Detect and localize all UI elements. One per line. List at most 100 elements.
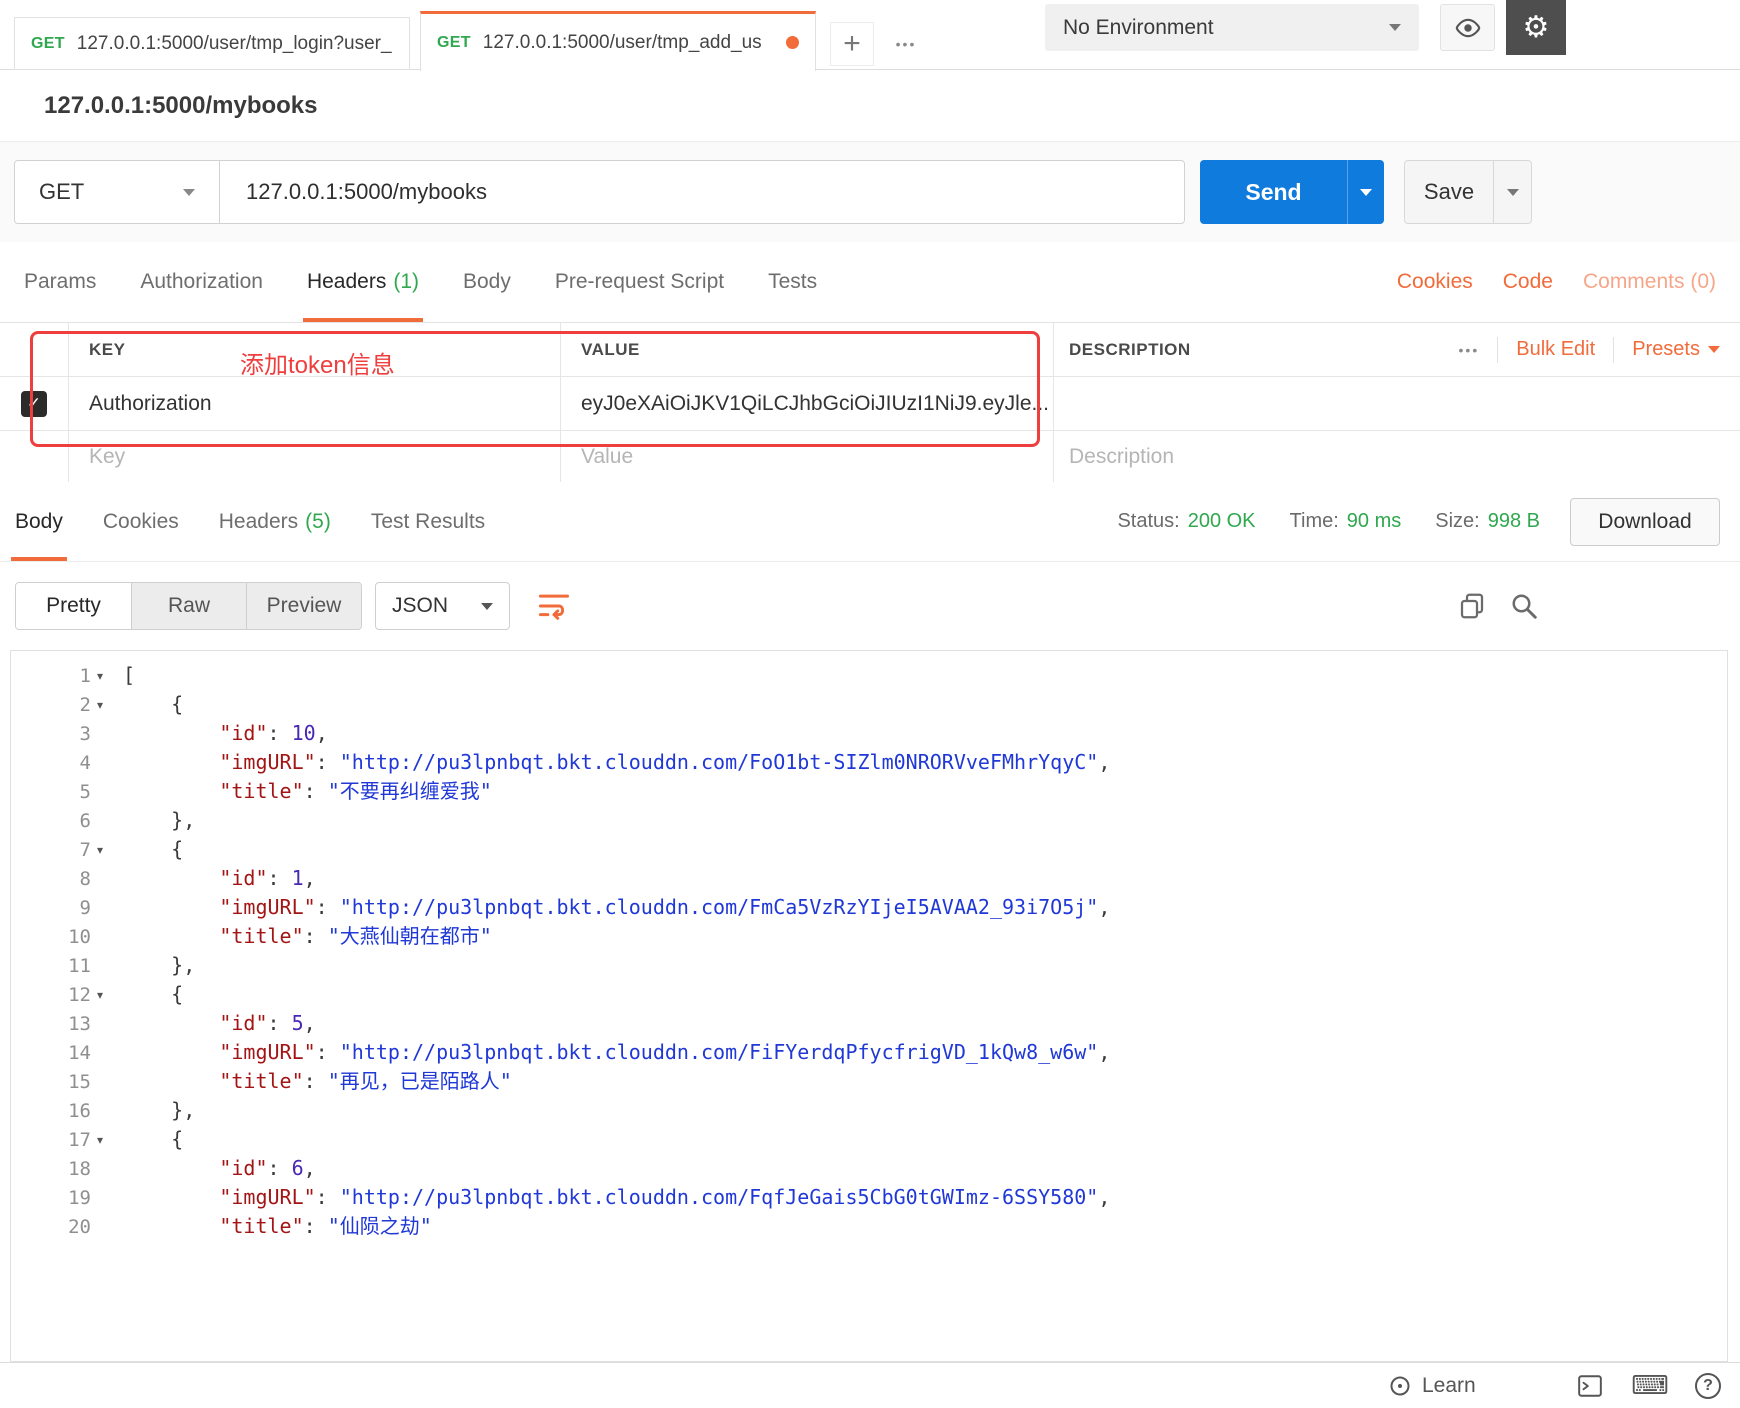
console-button[interactable] [1570,1363,1610,1408]
comments-link[interactable]: Comments (0) [1583,270,1716,294]
view-pretty-button[interactable]: Pretty [16,583,131,629]
response-tab-test-results[interactable]: Test Results [371,482,485,561]
tab-method-label: GET [31,34,65,52]
token-annotation-label: 添加token信息 [240,352,395,379]
header-row-checkbox[interactable]: ✓ [21,390,47,417]
response-tab-body[interactable]: Body [11,482,67,561]
line-number: 15 [68,1070,91,1093]
line-number[interactable]: 7 ▾ [11,835,113,864]
unsaved-dot-icon [786,36,799,49]
code-line: }, [123,953,196,977]
view-preview-button[interactable]: Preview [246,583,361,629]
header-description-field[interactable] [1053,377,1740,430]
response-body-viewer[interactable]: 1 ▾ 2 ▾ 3 4 5 6 7 ▾ 8 9 10 11 12 ▾ 13 14 15 16 17 ▾ 18 19 20 [ {… [10,650,1728,1362]
tab-authorization[interactable]: Authorization [140,242,263,322]
header-value-field[interactable]: eyJ0eXAiOiJKV1QiLCJhbGciOiJIUzI1NiJ9.eyJ… [560,377,1053,430]
request-tab-1[interactable]: GET 127.0.0.1:5000/user/tmp_login?user_ [14,17,410,70]
code-line: "imgURL": "http://pu3lpnbqt.bkt.clouddn.… [219,1040,1111,1064]
request-title-bar: 127.0.0.1:5000/mybooks [0,71,1740,142]
more-options-icon[interactable]: ••• [1459,342,1480,358]
code-link[interactable]: Code [1503,270,1553,294]
wrap-lines-button[interactable] [532,586,576,626]
header-row-empty: Key Value Description [0,431,1740,483]
wrap-lines-icon [536,590,572,622]
request-tab-bar: GET 127.0.0.1:5000/user/tmp_login?user_ … [0,0,1740,71]
bulk-edit-link[interactable]: Bulk Edit [1516,338,1595,361]
response-time: Time: 90 ms [1290,510,1402,533]
save-options-button[interactable] [1493,160,1532,224]
keyboard-icon: ⌨ [1631,1370,1669,1400]
value-input-placeholder[interactable]: Value [560,431,1053,482]
save-button[interactable]: Save [1404,160,1494,224]
view-mode-switch: Pretty Raw Preview [15,582,362,630]
cookies-link[interactable]: Cookies [1397,270,1473,294]
help-button[interactable]: ? [1688,1363,1728,1408]
request-tab-2-active[interactable]: GET 127.0.0.1:5000/user/tmp_add_us [420,11,816,71]
tab-url-label: 127.0.0.1:5000/user/tmp_login?user_ [76,32,392,54]
environment-selector[interactable]: No Environment [1045,4,1419,51]
view-raw-button[interactable]: Raw [131,583,246,629]
learn-button[interactable]: Learn [1388,1363,1476,1408]
tab-options-button[interactable]: ••• [882,22,930,66]
url-input[interactable]: 127.0.0.1:5000/mybooks [219,160,1185,224]
response-status: Status: 200 OK [1117,510,1255,533]
response-tab-cookies[interactable]: Cookies [103,482,179,561]
code-line: "title": "大燕仙朝在都市" [219,924,492,948]
console-icon [1577,1374,1603,1398]
headers-count-badge: (1) [393,270,419,293]
code-line: [ [123,663,136,687]
size-value: 998 B [1487,510,1540,532]
fold-caret-icon: ▾ [96,668,104,683]
size-label: Size: [1435,510,1480,532]
environment-label: No Environment [1063,15,1214,39]
response-headers-count: (5) [305,509,331,533]
headers-editor: 添加token信息 KEY VALUE DESCRIPTION ••• Bulk… [0,322,1740,483]
column-value: VALUE [560,323,1053,376]
response-tab-headers[interactable]: Headers (5) [219,482,331,561]
header-key-field[interactable]: Authorization [68,377,560,430]
line-number[interactable]: 1 ▾ [11,661,113,690]
line-number: 18 [68,1157,91,1180]
shortcuts-button[interactable]: ⌨ [1630,1363,1670,1408]
environment-preview-button[interactable] [1440,4,1495,51]
settings-button[interactable]: ⚙ [1506,0,1566,55]
search-response-button[interactable] [1504,586,1544,626]
column-description: DESCRIPTION [1069,339,1191,359]
code-line: "imgURL": "http://pu3lpnbqt.bkt.clouddn.… [219,1185,1111,1209]
line-number[interactable]: 2 ▾ [11,690,113,719]
send-options-button[interactable] [1347,160,1384,224]
tab-prerequest-script[interactable]: Pre-request Script [555,242,724,322]
fold-caret-icon: ▾ [96,697,104,712]
code-line: "imgURL": "http://pu3lpnbqt.bkt.clouddn.… [219,750,1111,774]
response-section-header: Body Cookies Headers (5) Test Results St… [0,482,1740,562]
format-selector[interactable]: JSON [375,582,510,630]
send-button[interactable]: Send [1200,160,1347,224]
tab-headers[interactable]: Headers (1) [302,242,424,322]
format-label: JSON [392,594,449,617]
presets-dropdown[interactable]: Presets [1632,338,1720,361]
line-number[interactable]: 17 ▾ [11,1125,113,1154]
tab-body[interactable]: Body [463,242,511,322]
line-number[interactable]: 12 ▾ [11,980,113,1009]
line-number: 10 [68,925,91,948]
fold-caret-icon: ▾ [96,987,104,1002]
method-selector[interactable]: GET [14,160,220,224]
new-tab-button[interactable]: + [830,22,874,66]
request-name: 127.0.0.1:5000/mybooks [44,92,318,119]
line-number: 14 [68,1041,91,1064]
fold-caret-icon: ▾ [96,1132,104,1147]
code-line: "title": "再见，已是陌路人" [219,1069,512,1093]
key-input-placeholder[interactable]: Key [68,431,560,482]
copy-response-button[interactable] [1452,586,1492,626]
download-button[interactable]: Download [1570,498,1720,546]
time-value: 90 ms [1346,510,1402,532]
line-number: 16 [68,1099,91,1122]
description-input-placeholder[interactable]: Description [1053,431,1740,482]
chevron-down-icon [481,602,493,610]
code-line: { [123,837,184,861]
tab-tests[interactable]: Tests [768,242,817,322]
divider [1613,336,1615,363]
chevron-down-icon [1389,24,1401,31]
tab-params[interactable]: Params [24,242,96,322]
code-line: "title": "仙陨之劫" [219,1214,432,1238]
